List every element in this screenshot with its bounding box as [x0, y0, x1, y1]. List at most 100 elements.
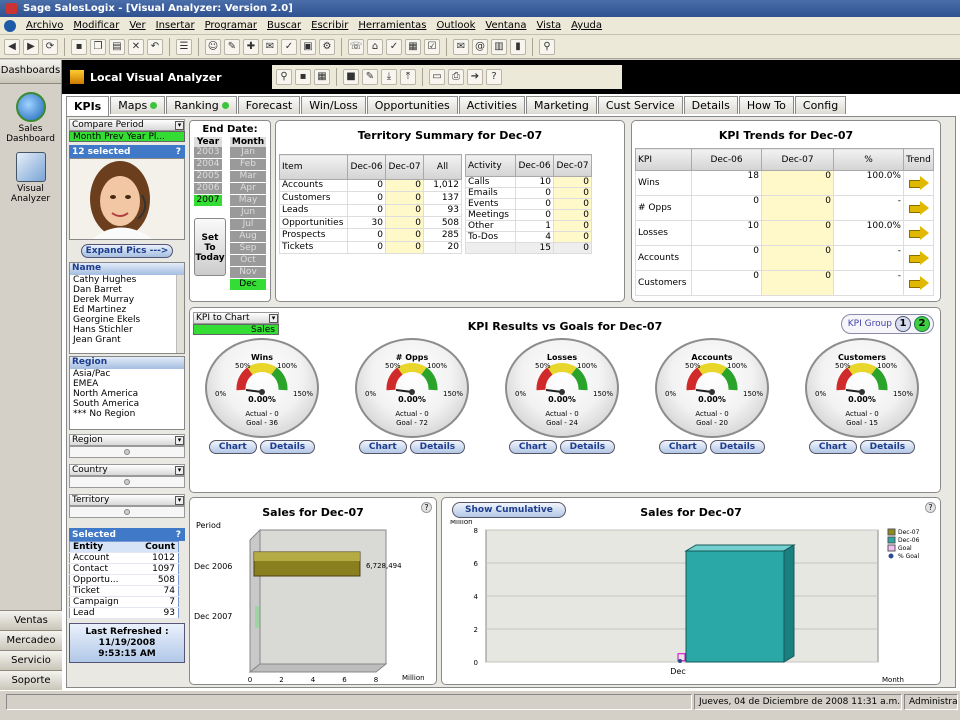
- list-item[interactable]: EMEA: [70, 379, 184, 389]
- column-header[interactable]: Dec-07: [385, 154, 424, 180]
- table-row[interactable]: Prospects 0 0 285: [279, 228, 462, 242]
- nav-header[interactable]: Dashboards: [0, 60, 61, 84]
- menu-ayuda[interactable]: Ayuda: [571, 20, 602, 31]
- table-row[interactable]: Lead 93: [69, 607, 179, 619]
- save-icon[interactable]: ▪: [295, 69, 311, 85]
- phone-icon[interactable]: ☏: [348, 38, 364, 55]
- trend-cell[interactable]: [903, 270, 934, 296]
- gauge-details-button[interactable]: Details: [859, 440, 916, 454]
- undo-icon[interactable]: ↶: [147, 38, 163, 55]
- table-row[interactable]: Events 0 0: [465, 198, 592, 210]
- table-row[interactable]: Emails 0 0: [465, 187, 592, 199]
- list-item[interactable]: Dan Barret: [70, 285, 184, 295]
- gauge-details-button[interactable]: Details: [259, 440, 316, 454]
- table-row[interactable]: Campaign 7: [69, 596, 179, 608]
- new-opportunity-icon[interactable]: ✚: [243, 38, 259, 55]
- list-item[interactable]: Jean Grant: [70, 335, 184, 345]
- tab-maps[interactable]: Maps: [110, 96, 166, 114]
- table-row[interactable]: Opportu... 508: [69, 574, 179, 586]
- new-contact-icon[interactable]: ☺: [205, 38, 221, 55]
- tab-details[interactable]: Details: [683, 96, 738, 114]
- gauge-chart-button[interactable]: Chart: [358, 440, 407, 454]
- saleslogix-icon[interactable]: [4, 19, 16, 32]
- delete-icon[interactable]: ✕: [128, 38, 144, 55]
- search-icon[interactable]: ⚲: [539, 38, 555, 55]
- save-icon[interactable]: ▪: [71, 38, 87, 55]
- column-header[interactable]: Dec-06: [691, 148, 762, 171]
- stop-icon[interactable]: ■: [343, 69, 359, 85]
- set-to-today-button[interactable]: Set To Today: [194, 218, 226, 276]
- tab-kpis[interactable]: KPIs: [66, 96, 110, 116]
- table-row[interactable]: Contact 1097: [69, 563, 179, 575]
- tab-cust-service[interactable]: Cust Service: [597, 96, 683, 114]
- column-header[interactable]: %: [833, 148, 904, 171]
- library-icon[interactable]: ▣: [300, 38, 316, 55]
- kpi-group-1-button[interactable]: 1: [895, 316, 911, 332]
- territory-slider[interactable]: [69, 506, 185, 518]
- month-option[interactable]: May: [230, 195, 266, 206]
- tab-opportunities[interactable]: Opportunities: [366, 96, 458, 114]
- kpi-group-2-button[interactable]: 2: [914, 316, 930, 332]
- tab-how-to[interactable]: How To: [738, 96, 794, 114]
- year-option[interactable]: 2003: [194, 147, 222, 158]
- menu-herramientas[interactable]: Herramientas: [358, 20, 426, 31]
- list-item[interactable]: North America: [70, 389, 184, 399]
- monitor-icon[interactable]: ▭: [429, 69, 445, 85]
- menu-ventana[interactable]: Ventana: [485, 20, 526, 31]
- trend-cell[interactable]: [903, 220, 934, 246]
- menu-vista[interactable]: Vista: [536, 20, 561, 31]
- todo-icon[interactable]: ✓: [386, 38, 402, 55]
- year-option[interactable]: 2006: [194, 183, 222, 194]
- letter-icon[interactable]: ✉: [453, 38, 469, 55]
- table-row[interactable]: To-Dos 4 0: [465, 231, 592, 243]
- month-option[interactable]: Oct: [230, 255, 266, 266]
- dropdown-icon[interactable]: ▾: [175, 495, 184, 505]
- export-icon[interactable]: ⤒: [400, 69, 416, 85]
- column-header[interactable]: Activity: [465, 154, 516, 177]
- month-option-selected[interactable]: Dec: [230, 279, 266, 290]
- percent-goal-point[interactable]: [678, 659, 682, 663]
- table-row[interactable]: Tickets 0 0 20: [279, 240, 462, 255]
- forward-icon[interactable]: ▶: [23, 38, 39, 55]
- trend-cell[interactable]: [903, 195, 934, 221]
- meeting-icon[interactable]: ⌂: [367, 38, 383, 55]
- menu-escribir[interactable]: Escribir: [311, 20, 348, 31]
- list-item[interactable]: Georgine Ekels: [70, 315, 184, 325]
- email-icon[interactable]: @: [472, 38, 488, 55]
- trend-arrow-icon[interactable]: [908, 276, 929, 290]
- help-icon[interactable]: ?: [176, 530, 181, 540]
- send-icon[interactable]: ➔: [467, 69, 483, 85]
- nav-ventas[interactable]: Ventas: [0, 610, 62, 630]
- table-row[interactable]: Wins 18 0 100.0%: [635, 170, 934, 196]
- gauge-chart-button[interactable]: Chart: [808, 440, 857, 454]
- new-account-icon[interactable]: ✎: [224, 38, 240, 55]
- help-icon[interactable]: ?: [925, 502, 936, 513]
- list-item[interactable]: Asia/Pac: [70, 369, 184, 379]
- month-option[interactable]: Apr: [230, 183, 266, 194]
- menu-outlook[interactable]: Outlook: [436, 20, 475, 31]
- menu-programar[interactable]: Programar: [205, 20, 257, 31]
- column-header[interactable]: KPI: [635, 148, 692, 171]
- nav-item-sales-dashboard[interactable]: Sales Dashboard: [0, 92, 61, 144]
- nav-mercadeo[interactable]: Mercadeo: [0, 630, 62, 650]
- month-option[interactable]: Jan: [230, 147, 266, 158]
- list-view-icon[interactable]: ☰: [176, 38, 192, 55]
- column-header[interactable]: Dec-07: [761, 148, 834, 171]
- dropdown-icon[interactable]: ▾: [175, 435, 184, 445]
- help-icon[interactable]: ?: [176, 147, 181, 157]
- column-header[interactable]: Trend: [903, 148, 934, 171]
- month-option[interactable]: Jul: [230, 219, 266, 230]
- column-header[interactable]: Item: [279, 154, 348, 180]
- table-row[interactable]: Other 1 0: [465, 220, 592, 232]
- refresh-icon[interactable]: ⟳: [42, 38, 58, 55]
- settings-icon[interactable]: ⚙: [319, 38, 335, 55]
- column-header[interactable]: Dec-06: [515, 154, 554, 177]
- menu-archivo[interactable]: Archivo: [26, 20, 63, 31]
- tab-activities[interactable]: Activities: [458, 96, 525, 114]
- column-header[interactable]: Dec-07: [553, 154, 592, 177]
- gauge-chart-button[interactable]: Chart: [508, 440, 557, 454]
- bar[interactable]: [255, 606, 259, 628]
- table-row[interactable]: Ticket 74: [69, 585, 179, 597]
- table-row[interactable]: # Opps 0 0-: [635, 195, 934, 221]
- trend-arrow-icon[interactable]: [908, 251, 929, 265]
